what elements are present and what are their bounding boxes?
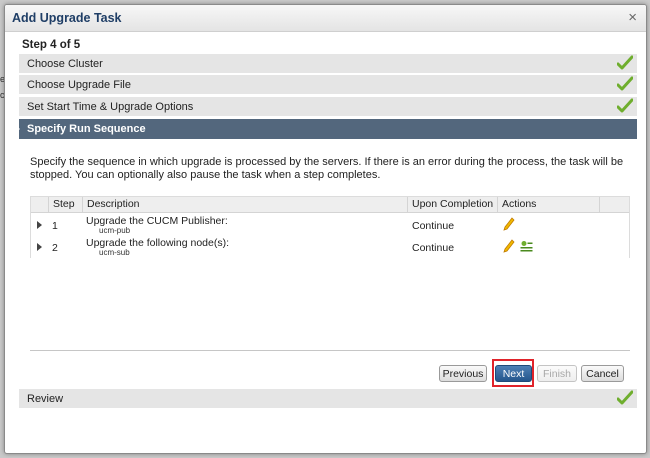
step-choose-upgrade-file[interactable]: Choose Upgrade File bbox=[19, 75, 637, 95]
expand-row-icon[interactable] bbox=[37, 243, 42, 251]
dialog-title: Add Upgrade Task bbox=[12, 11, 122, 25]
checkmark-icon bbox=[617, 55, 633, 70]
step-label: Choose Cluster bbox=[27, 58, 103, 70]
pencil-icon[interactable] bbox=[503, 217, 515, 231]
dialog-titlebar: Add Upgrade Task × bbox=[5, 5, 646, 32]
step-specify-run-sequence[interactable]: Specify Run Sequence bbox=[14, 119, 637, 139]
step-label: Specify Run Sequence bbox=[27, 123, 146, 135]
step-review[interactable]: Review bbox=[19, 389, 637, 409]
checkmark-icon bbox=[617, 76, 633, 91]
table-row[interactable]: 1 Upgrade the CUCM Publisher: ucm-pub Co… bbox=[31, 214, 629, 236]
cancel-button[interactable]: Cancel bbox=[581, 365, 624, 382]
checkmark-icon bbox=[617, 98, 633, 113]
pause-settings-icon[interactable] bbox=[520, 240, 533, 252]
step-choose-cluster[interactable]: Choose Cluster bbox=[19, 54, 637, 74]
next-button-highlight bbox=[492, 359, 534, 387]
step-set-start-time[interactable]: Set Start Time & Upgrade Options bbox=[19, 97, 637, 117]
table-bottom-border bbox=[30, 350, 630, 351]
step-label: Review bbox=[27, 393, 64, 405]
previous-button[interactable]: Previous bbox=[439, 365, 487, 382]
finish-button: Finish bbox=[537, 365, 577, 382]
table-header: Step Description Upon Completion Actions bbox=[31, 197, 629, 213]
row-completion: Continue bbox=[412, 220, 455, 232]
header-expander bbox=[31, 197, 48, 212]
run-sequence-table: Step Description Upon Completion Actions… bbox=[30, 196, 630, 258]
active-arrow-icon bbox=[14, 124, 20, 134]
header-upon-completion[interactable]: Upon Completion bbox=[407, 197, 497, 212]
header-description[interactable]: Description bbox=[82, 197, 407, 212]
pencil-icon[interactable] bbox=[503, 239, 515, 253]
step-label: Choose Upgrade File bbox=[27, 79, 131, 91]
row-node: ucm-sub bbox=[99, 248, 130, 257]
header-actions[interactable]: Actions bbox=[497, 197, 599, 212]
row-completion: Continue bbox=[412, 242, 455, 254]
checkmark-icon bbox=[617, 390, 633, 405]
add-upgrade-task-dialog: Add Upgrade Task × Step 4 of 5 Choose Cl… bbox=[4, 4, 647, 454]
row-step: 2 bbox=[52, 242, 58, 254]
step-label: Set Start Time & Upgrade Options bbox=[27, 101, 194, 113]
header-blank bbox=[599, 197, 629, 212]
row-step: 1 bbox=[52, 220, 58, 232]
step-description: Specify the sequence in which upgrade is… bbox=[30, 156, 624, 181]
row-node: ucm-pub bbox=[99, 226, 131, 235]
step-indicator: Step 4 of 5 bbox=[22, 39, 81, 51]
close-icon[interactable]: × bbox=[628, 5, 637, 31]
table-row[interactable]: 2 Upgrade the following node(s): ucm-sub… bbox=[31, 236, 629, 258]
expand-row-icon[interactable] bbox=[37, 221, 42, 229]
header-step[interactable]: Step bbox=[48, 197, 82, 212]
